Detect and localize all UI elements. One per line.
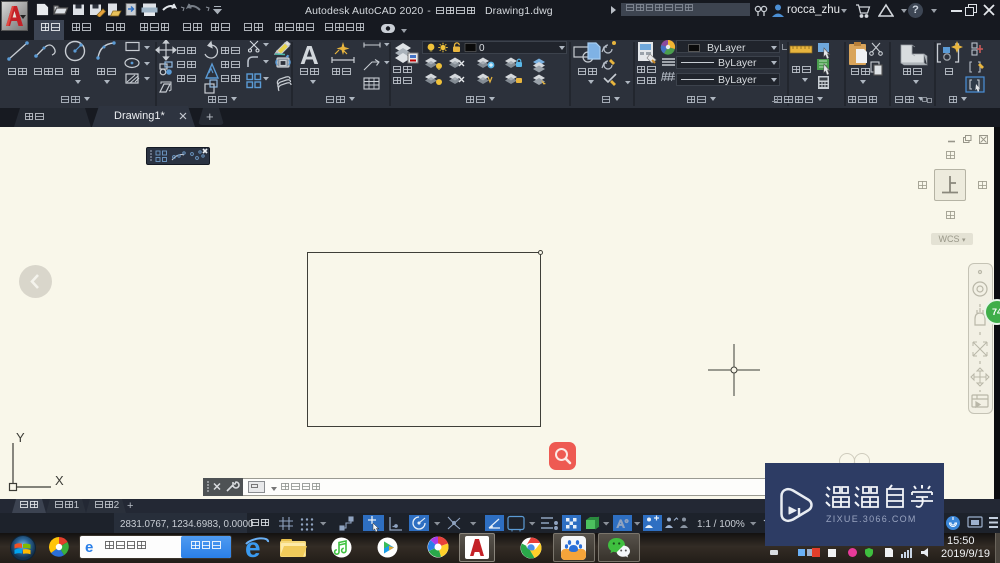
svg-text:A°: A° — [617, 519, 629, 531]
svg-text:Y: Y — [16, 432, 25, 445]
svg-text:ZIXUE.3066.COM: ZIXUE.3066.COM — [826, 514, 917, 524]
svg-text:e: e — [85, 539, 93, 555]
svg-text:X: X — [55, 473, 64, 488]
svg-text:1:1 / 100%: 1:1 / 100% — [697, 519, 745, 530]
